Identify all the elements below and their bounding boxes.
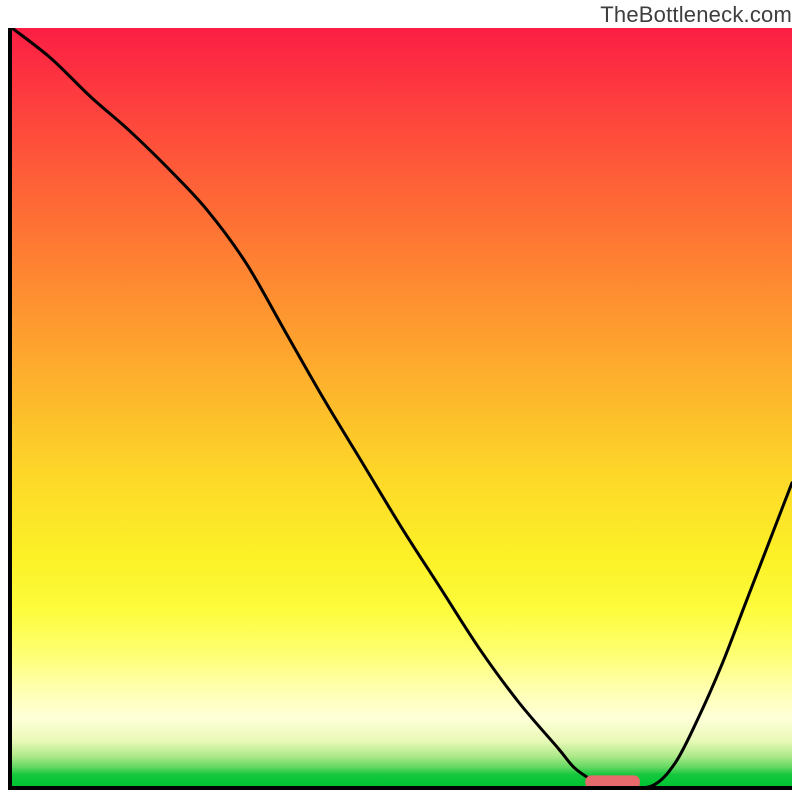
optimum-marker: [585, 775, 640, 786]
marker-svg: [12, 28, 792, 786]
plot-area: [8, 28, 792, 790]
watermark-text: TheBottleneck.com: [600, 2, 792, 28]
chart-container: TheBottleneck.com: [0, 0, 800, 800]
